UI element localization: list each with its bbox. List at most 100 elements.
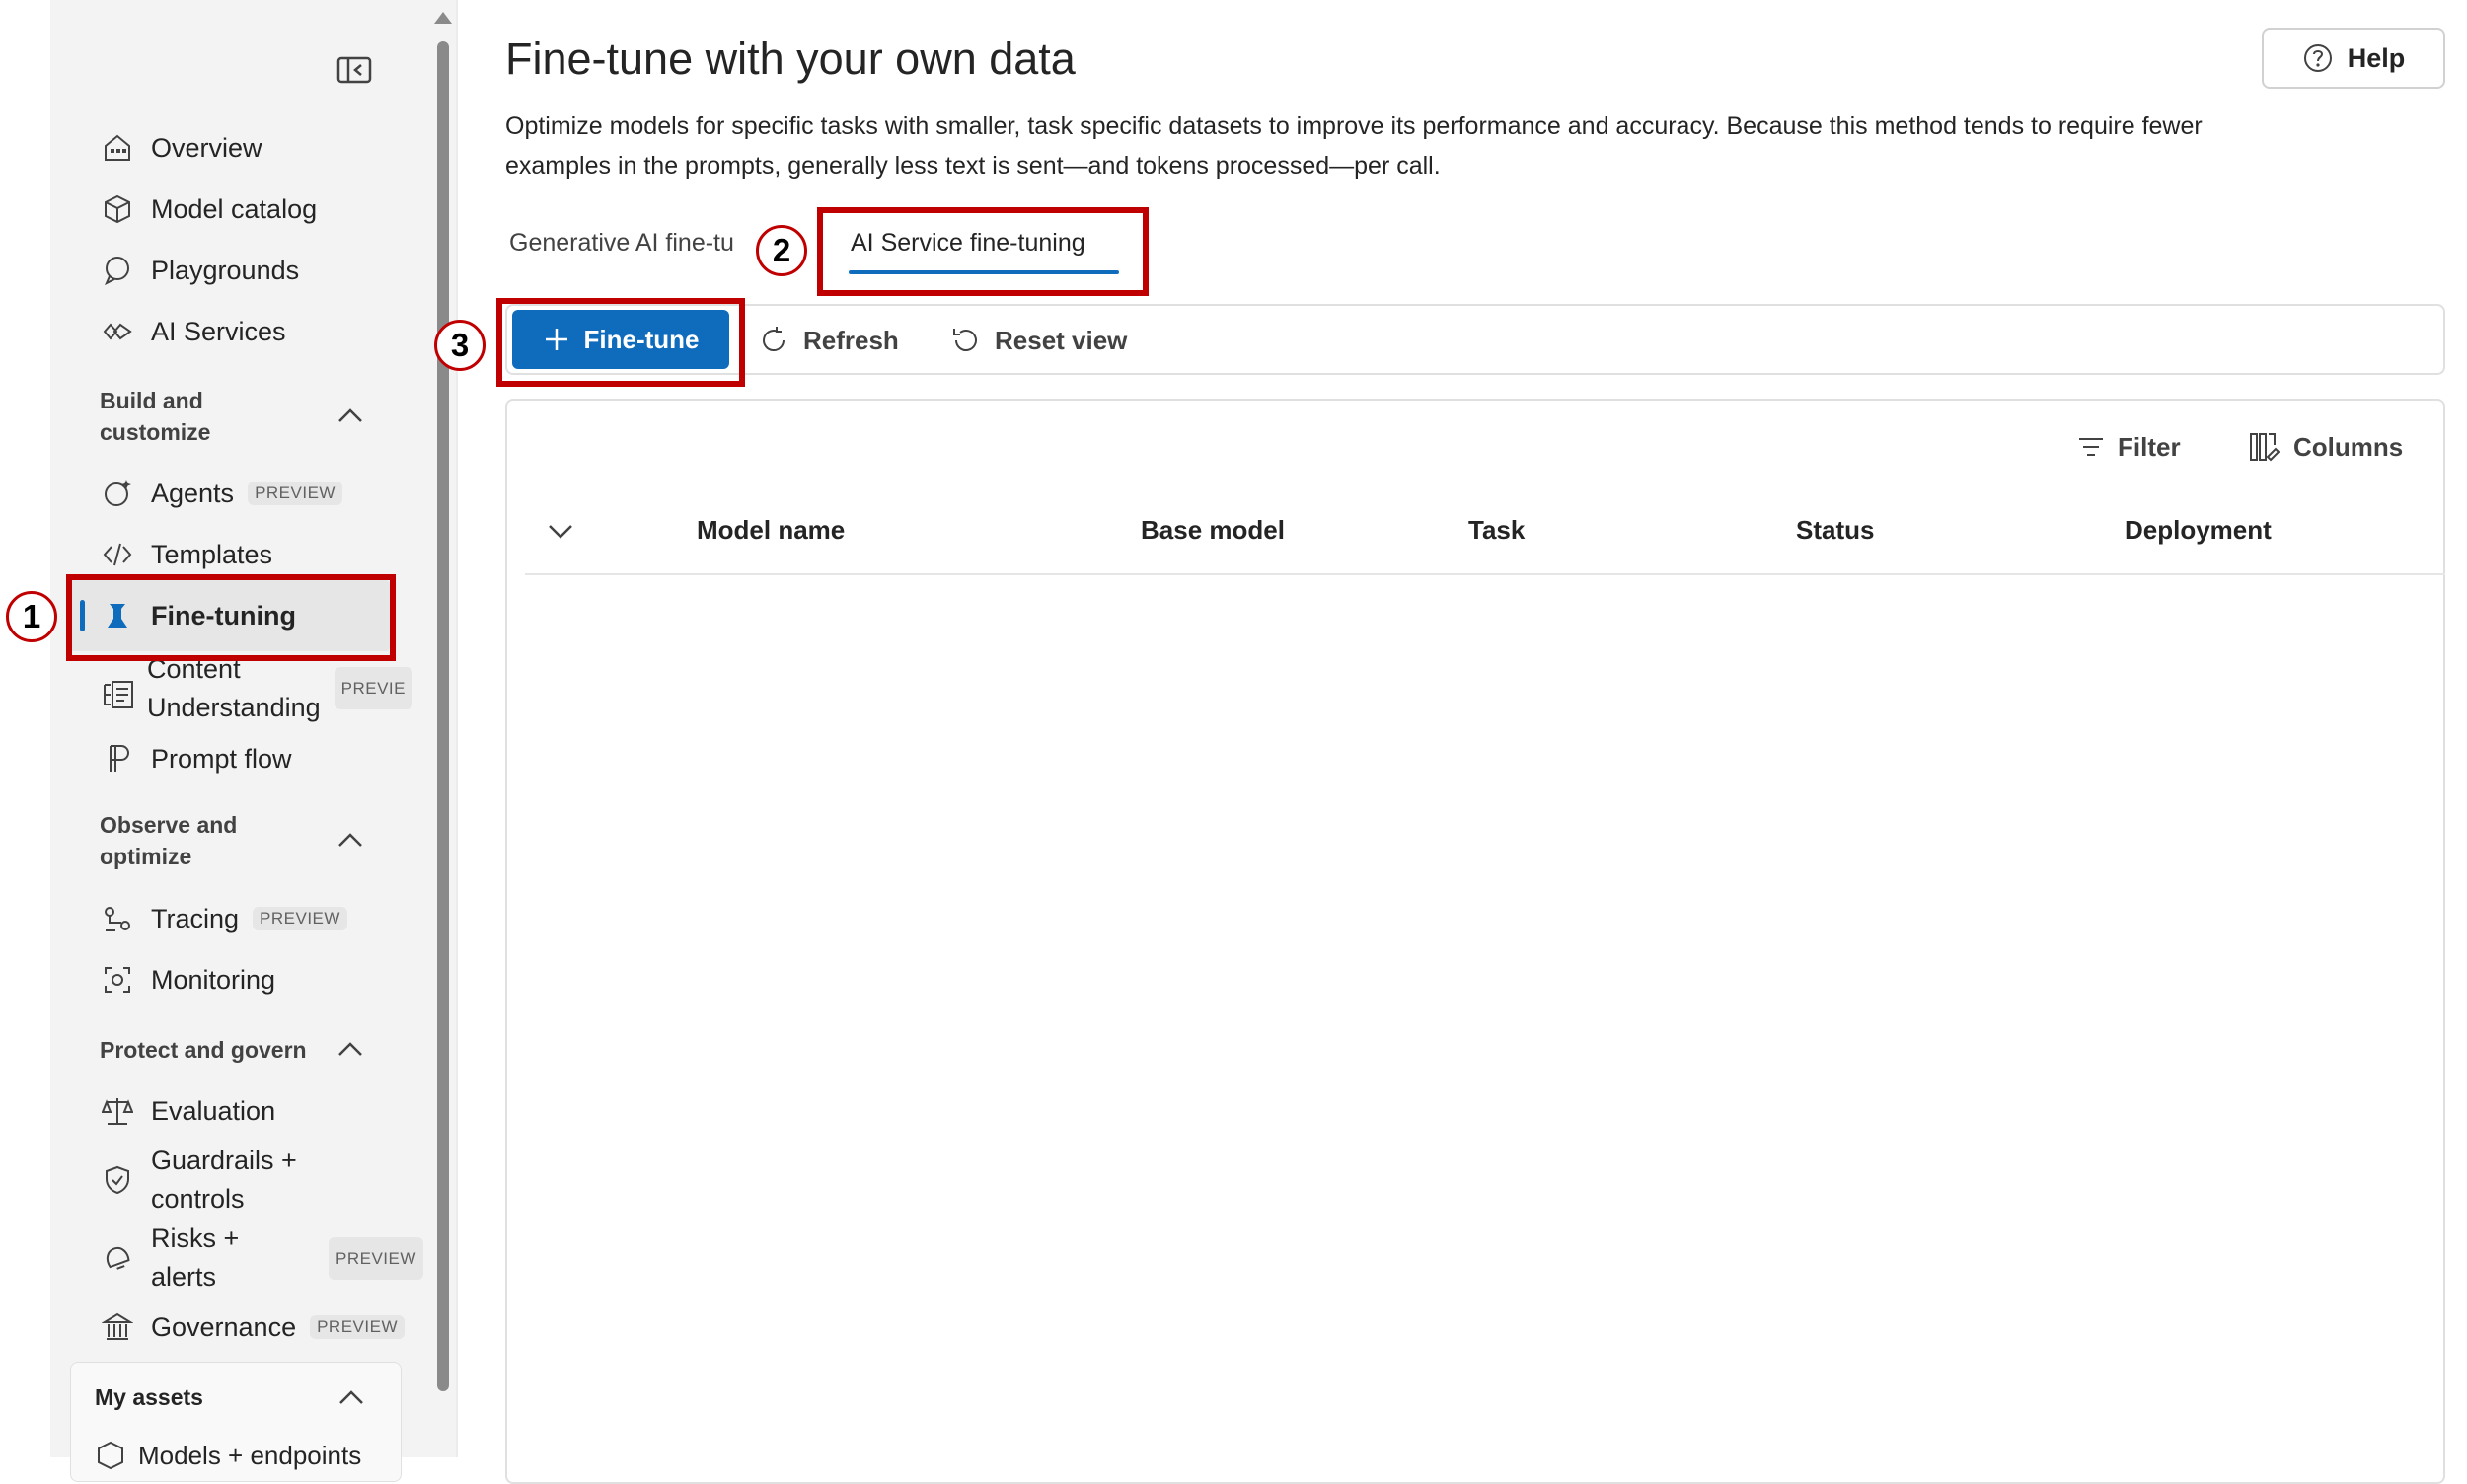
columns-button[interactable]: Columns [2248, 426, 2403, 468]
scroll-up-icon[interactable] [434, 12, 452, 24]
callout-2: 2 [756, 225, 807, 276]
code-icon [100, 537, 135, 572]
sidebar-item-templates[interactable]: Templates [100, 529, 272, 580]
section-title: Observe and [100, 812, 238, 838]
help-label: Help [2347, 42, 2406, 73]
chevron-up-icon[interactable] [337, 1388, 365, 1406]
chevron-up-icon[interactable] [336, 407, 364, 424]
sidebar-item-label: Model catalog [151, 193, 318, 224]
highlight-box-fine-tune-button [496, 298, 745, 387]
sidebar-item-label: Guardrails + [151, 1146, 297, 1175]
sidebar-item-label: Risks + [151, 1224, 240, 1253]
section-title: Build and [100, 388, 203, 413]
section-observe-and-optimize[interactable]: Observe and optimize [100, 809, 237, 872]
sidebar-item-model-catalog[interactable]: Model catalog [100, 184, 317, 235]
column-header-task[interactable]: Task [1468, 515, 1525, 546]
model-catalog-icon [100, 191, 135, 227]
page-description: Optimize models for specific tasks with … [505, 112, 2203, 180]
section-build-and-customize[interactable]: Build and customize [100, 385, 210, 448]
prompt-flow-icon [100, 741, 135, 777]
evaluation-icon [100, 1093, 135, 1129]
sidebar-item-models-endpoints[interactable]: Models + endpoints [95, 1440, 361, 1471]
header-divider [525, 573, 2445, 575]
sidebar-item-label: Monitoring [151, 964, 276, 995]
agents-icon [100, 476, 135, 511]
sidebar-item-governance[interactable]: Governance PREVIEW [100, 1301, 405, 1353]
column-header-status[interactable]: Status [1796, 515, 1874, 546]
refresh-icon [758, 325, 789, 356]
section-title: customize [100, 419, 211, 445]
sidebar-item-label: Overview [151, 132, 262, 163]
sidebar-item-label: Agents [151, 478, 235, 508]
callout-3: 3 [434, 320, 486, 371]
refresh-button[interactable]: Refresh [758, 318, 899, 363]
page-title: Fine-tune with your own data [505, 34, 1076, 84]
column-header-deployment[interactable]: Deployment [2125, 515, 2272, 546]
sidebar-item-label: Prompt flow [151, 743, 292, 774]
chevron-up-icon[interactable] [336, 831, 364, 849]
column-header-model-name[interactable]: Model name [697, 515, 845, 546]
sidebar-item-content-understanding[interactable]: Content Understanding PREVIE [100, 654, 412, 734]
preview-badge: PREVIEW [253, 907, 347, 930]
sidebar-item-label: Playgrounds [151, 255, 300, 285]
shield-icon [100, 1162, 135, 1198]
help-button[interactable]: Help [2262, 28, 2445, 89]
playgrounds-icon [100, 253, 135, 288]
sidebar-item-label: Tracing [151, 903, 240, 933]
sidebar-item-tracing[interactable]: Tracing PREVIEW [100, 893, 347, 944]
filter-button[interactable]: Filter [2076, 426, 2181, 468]
highlight-box-fine-tuning [66, 574, 396, 661]
tab-generative-ai-fine-tuning[interactable]: Generative AI fine-tu [509, 229, 761, 258]
sidebar-item-agents[interactable]: Agents PREVIEW [100, 468, 342, 519]
chevron-down-icon[interactable] [547, 521, 574, 541]
divider [456, 0, 458, 1457]
refresh-label: Refresh [803, 325, 899, 355]
help-icon [2302, 42, 2334, 74]
preview-badge: PREVIEW [310, 1315, 405, 1339]
columns-label: Columns [2293, 431, 2404, 462]
section-title: optimize [100, 844, 192, 869]
sidebar-item-playgrounds[interactable]: Playgrounds [100, 245, 299, 296]
columns-icon [2248, 431, 2281, 463]
my-assets-panel: My assets Models + endpoints [70, 1362, 402, 1482]
reset-view-button[interactable]: Reset view [949, 318, 1127, 363]
sidebar-item-overview[interactable]: Overview [100, 122, 262, 174]
governance-icon [100, 1309, 135, 1345]
scrollbar-thumb[interactable] [437, 41, 449, 1391]
my-assets-title: My assets [95, 1384, 203, 1410]
reset-view-label: Reset view [995, 325, 1128, 355]
highlight-box-ai-service-tab [817, 207, 1149, 296]
reset-icon [949, 325, 981, 356]
sidebar-item-ai-services[interactable]: AI Services [100, 306, 286, 357]
content-understanding-icon [100, 677, 135, 712]
section-protect-and-govern[interactable]: Protect and govern [100, 1034, 307, 1066]
column-header-base-model[interactable]: Base model [1141, 515, 1285, 546]
sidebar-item-guardrails[interactable]: Guardrails + controls [100, 1141, 297, 1220]
preview-badge: PREVIEW [329, 1236, 423, 1280]
tracing-icon [100, 901, 135, 936]
sidebar-item-label: Governance [151, 1311, 297, 1342]
fine-tuning-jobs-grid [505, 399, 2445, 1484]
filter-label: Filter [2118, 431, 2181, 462]
sidebar-item-label: controls [151, 1184, 245, 1214]
sidebar-item-label: Templates [151, 539, 273, 569]
callout-1: 1 [6, 591, 57, 642]
collapse-sidebar-icon[interactable] [336, 54, 373, 86]
sidebar: Overview Model catalog Playgrounds AI Se… [50, 0, 430, 1482]
sidebar-item-label: Models + endpoints [138, 1440, 362, 1470]
model-icon [98, 1441, 123, 1470]
alert-icon [100, 1240, 135, 1276]
preview-badge: PREVIEW [248, 482, 342, 505]
chevron-up-icon[interactable] [336, 1040, 364, 1058]
sidebar-item-label: alerts [151, 1262, 217, 1292]
sidebar-item-label: Understanding [147, 693, 321, 722]
monitoring-icon [100, 962, 135, 998]
sidebar-item-evaluation[interactable]: Evaluation [100, 1085, 275, 1137]
sidebar-item-risks-alerts[interactable]: Risks + alerts PREVIEW [100, 1219, 423, 1298]
sidebar-item-prompt-flow[interactable]: Prompt flow [100, 733, 292, 784]
ai-services-icon [100, 314, 135, 349]
filter-icon [2076, 432, 2106, 462]
preview-badge: PREVIE [334, 666, 412, 709]
sidebar-item-label: AI Services [151, 316, 286, 346]
sidebar-item-monitoring[interactable]: Monitoring [100, 954, 275, 1005]
